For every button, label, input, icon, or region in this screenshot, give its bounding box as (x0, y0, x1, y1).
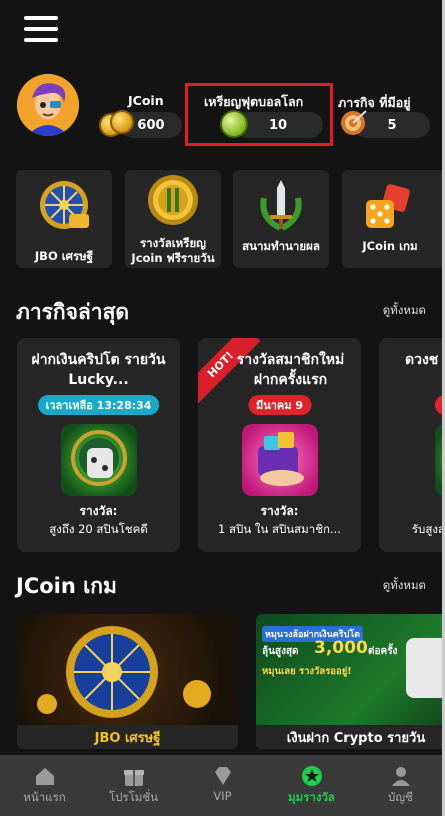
mission-title: ดวงช (405, 352, 439, 368)
mission-date-badge: พฤ (435, 395, 442, 415)
fortune-wheel-icon (37, 626, 211, 718)
game-banner-caption: JBO เศรษฐี (17, 725, 238, 749)
mission-title: ฝากเงินคริปโต รายวัน Lucky... (31, 352, 166, 388)
mission-card[interactable]: ฝากเงินคริปโต รายวัน Lucky... เวลาเหลือ … (17, 338, 180, 552)
partial-reward-icon (435, 424, 442, 496)
shortcut-jcoin-games[interactable]: JCoin เกม (342, 170, 442, 268)
bottom-navigation: หน้าแรก โปรโมชั่น VIP มุมรางวัล บัญชี (0, 755, 442, 816)
shortcut-prediction-arena[interactable]: สนามทำนายผล (233, 170, 329, 268)
promo-amount: 3,000 (314, 638, 368, 658)
nav-vip[interactable]: VIP (178, 755, 267, 816)
nav-promotions[interactable]: โปรโมชั่น (89, 755, 178, 816)
shortcut-label: สนามทำนายผล (242, 239, 320, 253)
mission-reward-value: รับสูงสุ (411, 522, 445, 536)
promo-line-3: หมุนเลย รางวัลรออยู่! (262, 666, 352, 677)
shortcut-label: รางวัลเหรียญ Jcoin ฟรีรายวัน (131, 236, 215, 265)
diamond-icon (212, 765, 234, 787)
fortune-wheel-reward-icon (60, 424, 137, 496)
mission-reward-value: 1 สปิน ใน สปินสมาชิก... (218, 522, 341, 536)
account-icon (390, 765, 412, 787)
home-icon (34, 765, 56, 787)
jcoin-label: JCoin (128, 93, 164, 108)
user-avatar[interactable] (17, 74, 79, 136)
dice-icon (358, 178, 416, 234)
mission-timer-badge: เวลาเหลือ 13:28:34 (37, 395, 160, 415)
star-icon (301, 765, 323, 787)
nav-label: VIP (213, 789, 232, 803)
game-banner-jbo-tycoon[interactable]: JBO เศรษฐี (17, 614, 238, 749)
football-coin-label: เหรียญฟุตบอลโลก (204, 94, 304, 109)
nav-label: โปรโมชั่น (108, 790, 159, 804)
sword-laurel-icon (252, 178, 310, 234)
mission-title: รางวัลสมาชิกใหม่ ฝากครั้งแรก (236, 352, 345, 388)
nav-account[interactable]: บัญชี (356, 755, 442, 816)
shortcut-label: JBO เศรษฐี (34, 249, 94, 263)
promo-line-2: ลุ้นสูงสุด (262, 646, 299, 657)
nav-label: หน้าแรก (23, 790, 66, 804)
hamburger-menu-icon[interactable] (24, 16, 58, 42)
nav-label: บัญชี (388, 790, 413, 804)
games-section-title: JCoin เกม (16, 574, 117, 598)
fortune-wheel-icon (35, 178, 93, 234)
mission-card[interactable]: ดวงช พฤ รับสูงสุ (379, 338, 445, 552)
app-screen: JCoin 600 เหรียญฟุตบอลโลก 10 ภารกิจ ที่ม… (0, 0, 445, 816)
games-see-all-link[interactable]: ดูทั้งหมด (383, 577, 426, 595)
missions-see-all-link[interactable]: ดูทั้งหมด (383, 302, 426, 320)
gold-coin-icon (144, 172, 202, 228)
wallet-gift-icon (241, 424, 318, 496)
shortcut-daily-jcoin[interactable]: รางวัลเหรียญ Jcoin ฟรีรายวัน (125, 170, 221, 268)
shortcut-label: JCoin เกม (362, 239, 418, 253)
mascot-icon (406, 638, 442, 698)
game-banner-crypto-deposit[interactable]: หมุนวงล้อฝากเงินคริปโต ลุ้นสูงสุด 3,000 … (256, 614, 442, 749)
nav-label: มุมรางวัล (288, 790, 335, 804)
football-coin-icon (220, 110, 248, 138)
mission-reward-value: สูงถึง 20 สปินโชคดี (49, 522, 148, 536)
mission-reward-label: รางวัล: (260, 504, 299, 518)
nav-home[interactable]: หน้าแรก (0, 755, 89, 816)
mission-date-badge: มีนาคม 9 (247, 395, 312, 415)
mission-reward-label: รางวัล: (79, 504, 118, 518)
shortcut-jbo-tycoon[interactable]: JBO เศรษฐี (16, 170, 112, 268)
mission-card[interactable]: HOT! รางวัลสมาชิกใหม่ ฝากครั้งแรก มีนาคม… (198, 338, 361, 552)
promo-unit: ต่อครั้ง (368, 646, 398, 657)
jcoin-stack-icon (110, 110, 134, 134)
game-banner-caption: เงินฝาก Crypto รายวัน (256, 725, 442, 749)
nav-rewards[interactable]: มุมรางวัล (267, 755, 356, 816)
missions-section-title: ภารกิจล่าสุด (16, 300, 130, 324)
mission-target-icon (338, 108, 368, 138)
gift-icon (123, 765, 145, 787)
